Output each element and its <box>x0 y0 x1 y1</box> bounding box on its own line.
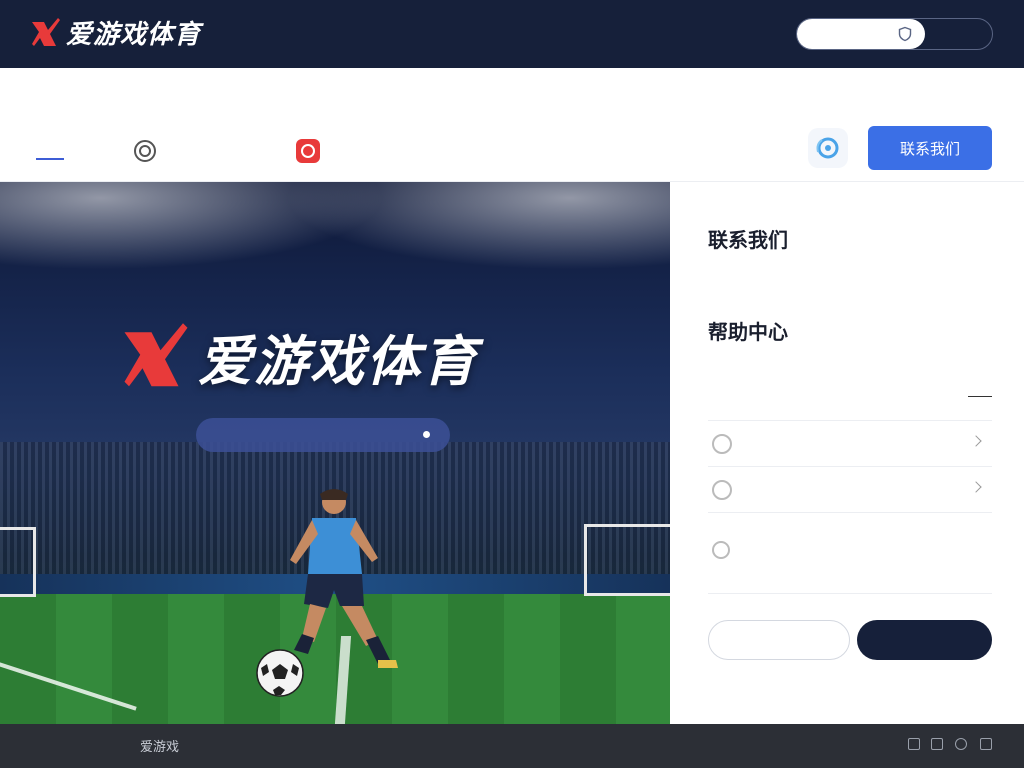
football-icon <box>256 649 304 697</box>
hero-slogan <box>218 427 408 443</box>
footer-icon-1[interactable] <box>908 738 920 750</box>
official-notice <box>708 512 992 594</box>
footer-icon-3[interactable] <box>955 738 967 750</box>
footer-brand <box>32 738 68 752</box>
list-item-label <box>746 435 876 451</box>
list-item-notice[interactable] <box>708 466 992 510</box>
official-info-button[interactable] <box>857 620 992 660</box>
circle-icon <box>134 140 156 162</box>
contact-description <box>708 262 998 280</box>
footer-icon-2[interactable] <box>931 738 943 750</box>
logo-text: 爱游戏体育 <box>66 19 202 49</box>
footer: 爱游戏 <box>0 724 1024 768</box>
contact-title: 联系我们 <box>708 230 788 252</box>
list-item-platform[interactable] <box>708 420 992 464</box>
help-title: 帮助中心 <box>708 322 788 344</box>
phone-row <box>708 388 992 406</box>
clock-icon <box>712 480 732 500</box>
list-item-label <box>746 481 876 497</box>
logo-mark-icon <box>32 17 60 46</box>
help-description <box>708 352 998 370</box>
nav-item-label <box>34 142 102 160</box>
search-group <box>796 18 993 50</box>
footer-mid-label: 爱游戏 <box>140 739 180 754</box>
logo-mark-icon <box>124 322 188 386</box>
chevron-right-icon <box>970 435 982 447</box>
footer-mid: 爱游戏 <box>140 736 179 755</box>
official-notice-text <box>746 523 982 583</box>
top-header: 爱游戏体育 <box>0 0 1024 68</box>
hero-banner[interactable]: 爱游戏体育 <box>0 182 670 724</box>
hero-slogan-pill <box>196 418 450 452</box>
nav-item-secondary[interactable] <box>134 136 260 166</box>
header-tagline <box>224 26 364 44</box>
notice-icon <box>296 139 320 163</box>
search-placeholder <box>819 27 879 41</box>
goal-left <box>0 527 36 597</box>
hero-logo-text: 爱游戏体育 <box>198 332 478 392</box>
footer-text-left <box>74 738 132 752</box>
nav-notice-text <box>328 141 718 161</box>
secondary-button[interactable] <box>708 620 850 660</box>
nav-item-primary[interactable] <box>34 136 102 166</box>
spacer-band <box>0 68 1024 104</box>
info-icon <box>712 541 730 559</box>
nav-notice[interactable] <box>296 136 718 166</box>
side-panel: 联系我们 帮助中心 <box>670 182 1024 724</box>
contact-us-button[interactable]: 联系我们 <box>868 126 992 170</box>
nav-item-label <box>164 142 260 160</box>
support-icon[interactable] <box>808 128 848 168</box>
site-logo[interactable]: 爱游戏体育 <box>30 14 201 51</box>
platform-icon <box>712 434 732 454</box>
shield-icon[interactable] <box>897 26 913 42</box>
search-input[interactable] <box>797 19 925 49</box>
footer-text-after <box>226 738 278 752</box>
divider-dash <box>968 396 992 397</box>
goal-right <box>584 524 670 596</box>
footer-right-text <box>812 738 894 752</box>
dot-icon <box>423 431 430 438</box>
hero-logo: 爱游戏体育 <box>120 317 478 396</box>
footer-icon-4[interactable] <box>980 738 992 750</box>
chevron-right-icon <box>970 481 982 493</box>
language-button[interactable] <box>937 25 981 43</box>
